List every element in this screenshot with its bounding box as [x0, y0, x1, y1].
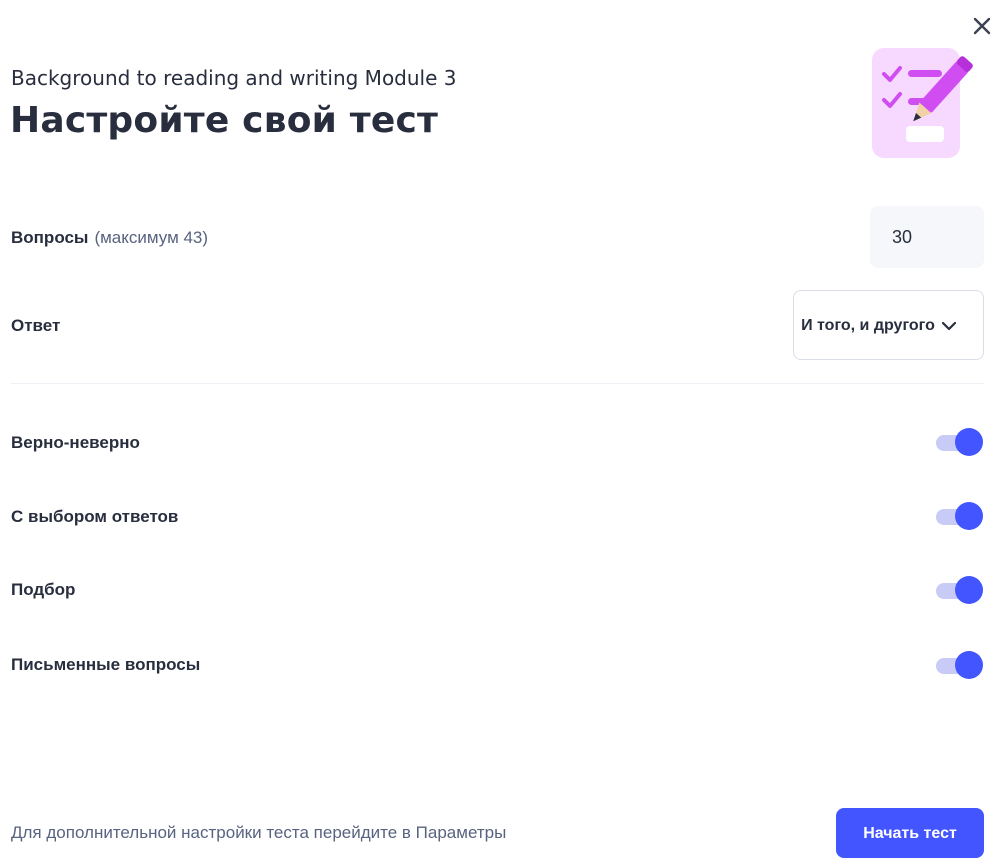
- toggle-knob: [955, 651, 983, 679]
- questions-label: Вопросы (максимум 43): [11, 228, 208, 248]
- settings-hint-text: Для дополнительной настройки теста перей…: [11, 823, 507, 842]
- close-icon: [973, 17, 991, 35]
- answer-label: Ответ: [11, 316, 61, 335]
- written-questions-toggle[interactable]: [934, 650, 984, 680]
- close-button[interactable]: [968, 12, 993, 40]
- multiple-choice-label: С выбором ответов: [11, 507, 179, 526]
- questions-max-hint: (максимум 43): [94, 228, 209, 247]
- answer-type-value: И того, и другого: [801, 316, 935, 334]
- questions-count-input[interactable]: 30: [870, 206, 984, 268]
- true-false-toggle[interactable]: [934, 427, 984, 457]
- chevron-down-icon: [941, 321, 957, 331]
- toggle-knob: [955, 576, 983, 604]
- set-subtitle: Background to reading and writing Module…: [11, 66, 457, 90]
- start-test-button[interactable]: Начать тест: [836, 808, 984, 858]
- toggle-knob: [955, 502, 983, 530]
- true-false-label: Верно-неверно: [11, 433, 140, 452]
- written-questions-label: Письменные вопросы: [11, 655, 201, 674]
- answer-type-select[interactable]: И того, и другого: [793, 290, 984, 360]
- questions-label-text: Вопросы: [11, 228, 89, 247]
- divider: [11, 383, 984, 384]
- matching-toggle[interactable]: [934, 575, 984, 605]
- test-checklist-pencil-icon: [872, 48, 973, 158]
- page-title: Настройте свой тест: [10, 100, 439, 141]
- matching-label: Подбор: [11, 580, 76, 599]
- multiple-choice-toggle[interactable]: [934, 501, 984, 531]
- toggle-knob: [955, 428, 983, 456]
